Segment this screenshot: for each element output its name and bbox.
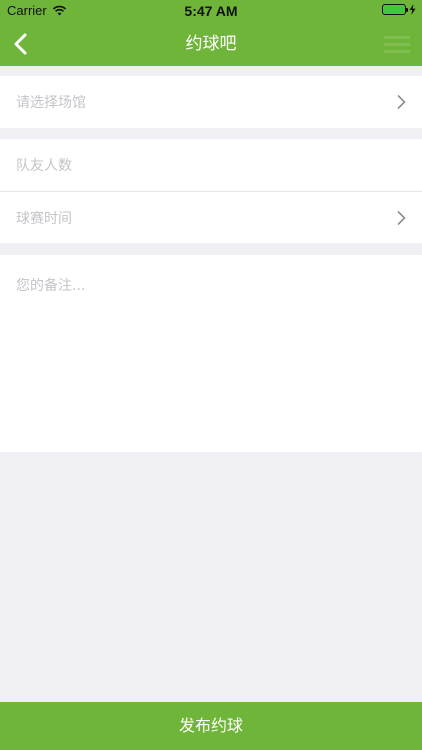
status-right <box>382 4 416 15</box>
page-title: 约球吧 <box>185 34 237 54</box>
teammates-placeholder: 队友人数 <box>16 158 72 174</box>
teammates-count-field[interactable]: 队友人数 <box>0 139 422 191</box>
match-time-placeholder: 球赛时间 <box>16 210 72 227</box>
faded-menu-icon <box>384 36 410 53</box>
notes-section <box>0 255 422 452</box>
chevron-right-icon <box>397 210 406 226</box>
battery-fill <box>384 6 404 13</box>
status-time: 5:47 AM <box>184 3 238 19</box>
venue-placeholder: 请选择场馆 <box>16 95 86 111</box>
match-time-row[interactable]: 球赛时间 <box>0 191 422 243</box>
notes-input[interactable] <box>0 255 422 452</box>
publish-match-button[interactable]: 发布约球 <box>0 702 422 750</box>
venue-select-row[interactable]: 请选择场馆 <box>0 76 422 128</box>
navigation-bar: 约球吧 <box>0 22 422 66</box>
venue-group: 请选择场馆 <box>0 76 422 128</box>
details-group: 队友人数 球赛时间 <box>0 139 422 243</box>
battery-icon <box>382 4 408 15</box>
charging-icon <box>409 4 416 15</box>
chevron-right-icon <box>397 94 406 110</box>
status-bar: Carrier 5:47 AM <box>0 0 422 22</box>
back-button[interactable] <box>8 30 36 58</box>
chevron-left-icon <box>14 33 27 55</box>
